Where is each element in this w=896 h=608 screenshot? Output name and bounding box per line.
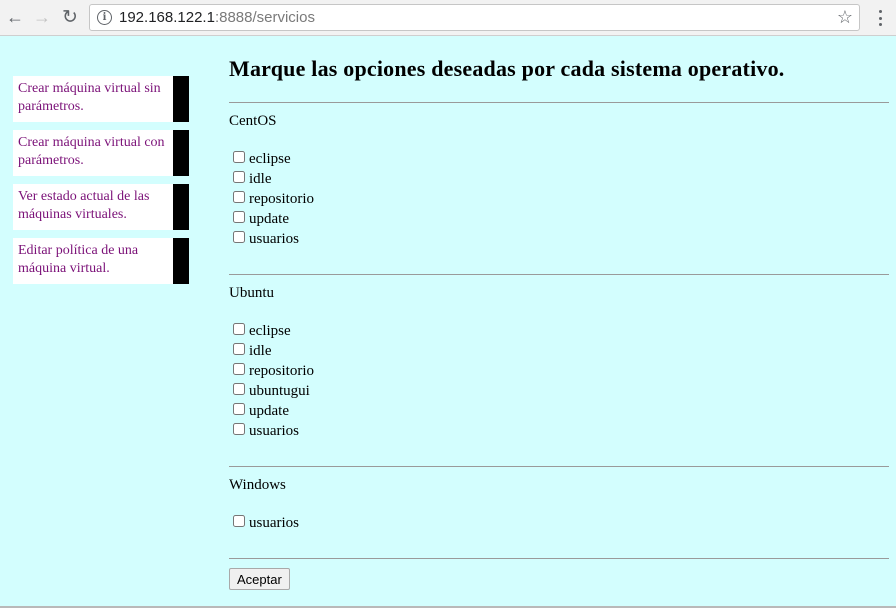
option-ubuntu-eclipse[interactable]: eclipse	[233, 321, 291, 341]
option-label: idle	[249, 342, 272, 359]
option-centos-idle[interactable]: idle	[233, 169, 272, 189]
option-windows-usuarios[interactable]: usuarios	[233, 513, 299, 533]
checkbox[interactable]	[233, 191, 245, 203]
option-ubuntu-usuarios[interactable]: usuarios	[233, 421, 299, 441]
sidebar-item-edit-policy[interactable]: Editar política de una máquina virtual.	[13, 238, 189, 284]
section-title-ubuntu: Ubuntu	[229, 285, 274, 301]
checkbox[interactable]	[233, 171, 245, 183]
checkbox[interactable]	[233, 423, 245, 435]
option-ubuntu-idle[interactable]: idle	[233, 341, 272, 361]
divider	[229, 558, 889, 559]
checkbox[interactable]	[233, 363, 245, 375]
checkbox[interactable]	[233, 403, 245, 415]
checkbox[interactable]	[233, 515, 245, 527]
sidebar: Crear máquina virtual sin parámetros. Cr…	[13, 76, 189, 292]
option-label: usuarios	[249, 514, 299, 531]
page-title: Marque las opciones deseadas por cada si…	[229, 56, 785, 81]
checkbox[interactable]	[233, 323, 245, 335]
reload-icon[interactable]: ↻	[59, 6, 81, 28]
checkbox[interactable]	[233, 211, 245, 223]
option-label: idle	[249, 170, 272, 187]
info-icon[interactable]: i	[97, 10, 112, 25]
divider	[229, 274, 889, 275]
sidebar-item-bar	[173, 238, 189, 284]
accept-button[interactable]: Aceptar	[229, 568, 290, 590]
checkbox[interactable]	[233, 383, 245, 395]
sidebar-item-label[interactable]: Crear máquina virtual con parámetros.	[13, 130, 173, 176]
option-centos-usuarios[interactable]: usuarios	[233, 229, 299, 249]
forward-arrow-icon[interactable]: →	[31, 6, 53, 28]
option-ubuntu-ubuntugui[interactable]: ubuntugui	[233, 381, 310, 401]
option-ubuntu-update[interactable]: update	[233, 401, 289, 421]
url-host: 192.168.122.1	[119, 9, 215, 26]
sidebar-item-label[interactable]: Ver estado actual de las máquinas virtua…	[13, 184, 173, 230]
url-text[interactable]: 192.168.122.1:8888/servicios	[119, 9, 315, 26]
sidebar-item-label[interactable]: Crear máquina virtual sin parámetros.	[13, 76, 173, 122]
sidebar-item-create-no-params[interactable]: Crear máquina virtual sin parámetros.	[13, 76, 189, 122]
sidebar-item-bar	[173, 76, 189, 122]
url-path: :8888/servicios	[214, 9, 315, 26]
option-label: usuarios	[249, 230, 299, 247]
option-label: repositorio	[249, 190, 314, 207]
checkbox[interactable]	[233, 343, 245, 355]
divider	[229, 102, 889, 103]
option-label: update	[249, 402, 289, 419]
section-title-windows: Windows	[229, 477, 286, 493]
sidebar-item-label[interactable]: Editar política de una máquina virtual.	[13, 238, 173, 284]
option-centos-eclipse[interactable]: eclipse	[233, 149, 291, 169]
option-label: eclipse	[249, 322, 291, 339]
option-label: repositorio	[249, 362, 314, 379]
sidebar-item-bar	[173, 184, 189, 230]
checkbox[interactable]	[233, 231, 245, 243]
address-bar[interactable]: i 192.168.122.1:8888/servicios ☆	[89, 4, 860, 31]
option-centos-update[interactable]: update	[233, 209, 289, 229]
sidebar-item-bar	[173, 130, 189, 176]
divider	[229, 466, 889, 467]
sidebar-item-create-with-params[interactable]: Crear máquina virtual con parámetros.	[13, 130, 189, 176]
option-label: eclipse	[249, 150, 291, 167]
back-arrow-icon[interactable]: ←	[4, 6, 26, 28]
star-icon[interactable]: ☆	[837, 7, 853, 28]
browser-toolbar: ← → ↻ i 192.168.122.1:8888/servicios ☆	[0, 0, 896, 36]
option-centos-repositorio[interactable]: repositorio	[233, 189, 314, 209]
sidebar-item-status[interactable]: Ver estado actual de las máquinas virtua…	[13, 184, 189, 230]
section-title-centos: CentOS	[229, 113, 277, 129]
checkbox[interactable]	[233, 151, 245, 163]
kebab-menu-icon[interactable]	[872, 8, 888, 28]
option-label: usuarios	[249, 422, 299, 439]
option-label: ubuntugui	[249, 382, 310, 399]
option-ubuntu-repositorio[interactable]: repositorio	[233, 361, 314, 381]
option-label: update	[249, 210, 289, 227]
